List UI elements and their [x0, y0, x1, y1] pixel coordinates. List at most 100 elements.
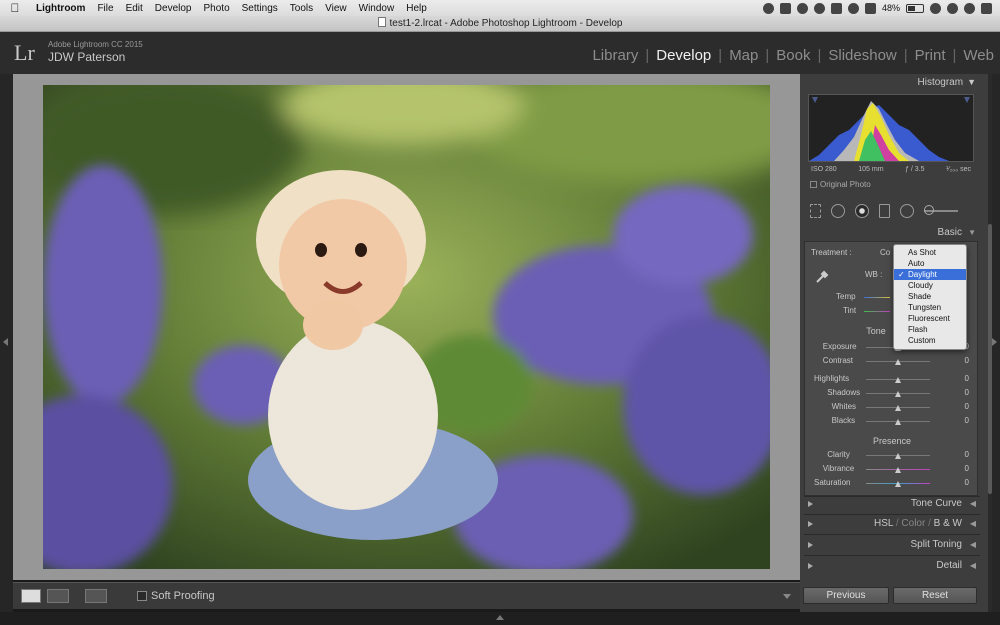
eyedropper-icon[interactable] — [813, 268, 831, 286]
panel-switch-icon[interactable] — [808, 542, 813, 548]
wb-option-as-shot[interactable]: As Shot — [894, 247, 966, 258]
wb-option-tungsten[interactable]: Tungsten — [894, 302, 966, 313]
slider-value-shadows[interactable]: 0 — [951, 388, 969, 397]
expand-filmstrip-icon[interactable] — [496, 615, 504, 620]
clock-icon[interactable] — [930, 2, 941, 14]
wifi-icon[interactable] — [847, 2, 859, 14]
crop-tool-icon[interactable] — [810, 204, 821, 218]
volume-icon[interactable] — [864, 2, 876, 14]
module-library[interactable]: Library — [592, 47, 638, 64]
red-eye-icon[interactable] — [855, 204, 869, 218]
original-photo-checkbox[interactable] — [810, 181, 817, 188]
toolbar-options-icon[interactable] — [783, 594, 791, 599]
menu-file[interactable]: File — [91, 3, 119, 14]
collapse-right-icon[interactable] — [992, 338, 997, 346]
treatment-value[interactable]: Co — [880, 248, 890, 257]
hsl-header[interactable]: HSL / Color / B & W ◀ — [804, 515, 980, 533]
presence-label: Presence — [872, 436, 912, 446]
tint-slider[interactable] — [864, 311, 890, 312]
slider-knob[interactable] — [895, 419, 901, 425]
wb-option-custom[interactable]: Custom — [894, 335, 966, 346]
menu-photo[interactable]: Photo — [198, 3, 236, 14]
detail-header[interactable]: Detail ◀ — [804, 557, 980, 575]
radial-filter-icon[interactable] — [900, 204, 914, 218]
module-web[interactable]: Web — [963, 47, 994, 64]
split-toning-header[interactable]: Split Toning ◀ — [804, 536, 980, 554]
wb-option-shade[interactable]: Shade — [894, 291, 966, 302]
soft-proofing-checkbox[interactable] — [137, 591, 147, 601]
previous-button[interactable]: Previous — [803, 587, 889, 604]
module-map[interactable]: Map — [729, 47, 758, 64]
graduated-filter-icon[interactable] — [879, 204, 890, 218]
wb-option-daylight[interactable]: ✓ Daylight — [894, 269, 966, 280]
menu-window[interactable]: Window — [353, 3, 401, 14]
slider-value-whites[interactable]: 0 — [951, 402, 969, 411]
search-icon[interactable] — [964, 2, 975, 14]
battery-icon[interactable] — [906, 3, 924, 13]
color-tab[interactable]: Color — [901, 518, 925, 529]
user-icon[interactable] — [947, 2, 958, 14]
cloud-icon[interactable] — [779, 2, 791, 14]
filmstrip-collapsed[interactable] — [0, 612, 1000, 625]
apple-icon[interactable]:  — [0, 1, 30, 15]
tone-curve-header[interactable]: Tone Curve ◀ — [804, 495, 980, 513]
reset-button[interactable]: Reset — [893, 587, 977, 604]
loupe-view-button[interactable] — [21, 589, 41, 603]
menu-tools[interactable]: Tools — [284, 3, 319, 14]
before-after-button[interactable] — [47, 589, 69, 603]
basic-panel-header[interactable]: Basic ▼ — [804, 224, 980, 242]
slider-knob[interactable] — [895, 359, 901, 365]
left-panel-collapsed[interactable] — [0, 74, 13, 614]
panel-switch-icon[interactable] — [808, 563, 813, 569]
wb-option-flash[interactable]: Flash — [894, 324, 966, 335]
hsl-tab[interactable]: HSL — [874, 518, 893, 529]
panel-switch-icon[interactable] — [808, 501, 813, 507]
location-icon[interactable] — [762, 2, 774, 14]
panel-switch-icon[interactable] — [808, 521, 813, 527]
original-photo-toggle[interactable]: Original Photo — [810, 180, 871, 189]
module-book[interactable]: Book — [776, 47, 810, 64]
menu-edit[interactable]: Edit — [120, 3, 149, 14]
slider-value-highlights[interactable]: 0 — [951, 374, 969, 383]
slider-value-clarity[interactable]: 0 — [951, 450, 969, 459]
before-after-ymode-button[interactable] — [85, 589, 107, 603]
slider-knob[interactable] — [895, 467, 901, 473]
panel-scrollbar[interactable] — [988, 74, 992, 612]
module-develop[interactable]: Develop — [656, 47, 711, 64]
slider-value-vibrance[interactable]: 0 — [951, 464, 969, 473]
menu-settings[interactable]: Settings — [236, 3, 284, 14]
wb-option-auto[interactable]: Auto — [894, 258, 966, 269]
menu-develop[interactable]: Develop — [149, 3, 198, 14]
time-machine-icon[interactable] — [813, 2, 825, 14]
histogram[interactable] — [808, 94, 974, 162]
slider-value-saturation[interactable]: 0 — [951, 478, 969, 487]
menu-lightroom[interactable]: Lightroom — [30, 3, 91, 14]
scroll-thumb[interactable] — [988, 224, 992, 494]
slider-value-blacks[interactable]: 0 — [951, 416, 969, 425]
wb-option-fluorescent[interactable]: Fluorescent — [894, 313, 966, 324]
slider-knob[interactable] — [895, 377, 901, 383]
menu-view[interactable]: View — [319, 3, 353, 14]
notification-icon[interactable] — [981, 2, 992, 14]
slider-knob[interactable] — [895, 453, 901, 459]
sync-icon[interactable] — [796, 2, 808, 14]
menu-help[interactable]: Help — [400, 3, 433, 14]
spot-removal-icon[interactable] — [831, 204, 845, 218]
slider-value-contrast[interactable]: 0 — [951, 356, 969, 365]
expand-left-icon[interactable] — [3, 338, 8, 346]
module-slideshow[interactable]: Slideshow — [828, 47, 896, 64]
adjustment-brush-icon[interactable] — [924, 205, 958, 215]
battery-percent: 48% — [881, 3, 900, 13]
temp-slider[interactable] — [864, 297, 890, 298]
bw-tab[interactable]: B & W — [934, 518, 962, 529]
histogram-header[interactable]: Histogram ▼ — [804, 73, 980, 91]
bluetooth-icon[interactable] — [830, 2, 842, 14]
slider-knob[interactable] — [895, 405, 901, 411]
checkmark-icon: ✓ — [898, 270, 905, 279]
module-print[interactable]: Print — [915, 47, 946, 64]
slider-knob[interactable] — [895, 391, 901, 397]
wb-option-cloudy[interactable]: Cloudy — [894, 280, 966, 291]
original-photo-label: Original Photo — [820, 180, 871, 189]
slider-knob[interactable] — [895, 481, 901, 487]
photo-preview[interactable] — [43, 85, 770, 569]
